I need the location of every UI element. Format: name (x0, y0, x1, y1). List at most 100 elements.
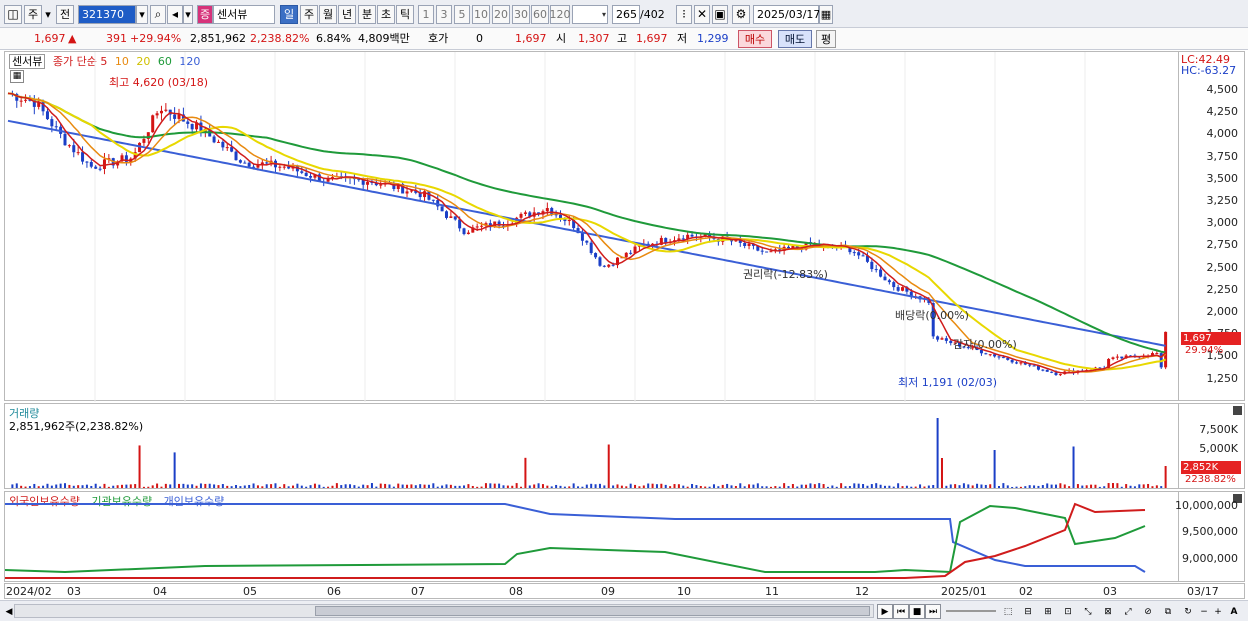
period-year-tab[interactable]: 년 (338, 5, 356, 24)
candle-body (238, 160, 242, 163)
period-day-tab[interactable]: 일 (280, 5, 298, 24)
trade-amount: 4,809백만 (358, 32, 410, 45)
current-price: 1,697 (34, 32, 66, 45)
code-dropdown-icon[interactable]: ▾ (136, 5, 148, 24)
window-menu-icon[interactable]: ◫ (4, 5, 22, 24)
volume-bar (511, 485, 514, 488)
volume-bar (77, 485, 80, 488)
interval-30-button[interactable]: 30 (512, 5, 530, 24)
mode-secondary-button[interactable]: 전 (56, 5, 74, 24)
candle-body (589, 242, 593, 254)
volume-bar (208, 483, 211, 488)
scroll-thumb[interactable] (315, 606, 870, 616)
candle-type-icon[interactable]: ⁝ (676, 5, 692, 24)
interval-3-button[interactable]: 3 (436, 5, 452, 24)
next-page-icon[interactable]: ⏭ (925, 604, 941, 619)
horizontal-scrollbar[interactable] (14, 604, 874, 618)
volume-bar (1072, 446, 1075, 488)
tool-icon-3[interactable]: ⊞ (1040, 604, 1056, 619)
buy-button[interactable]: 매수 (738, 30, 772, 48)
volume-bar (506, 485, 509, 488)
calendar-icon[interactable]: ▦ (819, 5, 833, 24)
candle-body (475, 226, 479, 228)
price-tick: 1,250 (1206, 371, 1239, 385)
volume-bar (607, 444, 610, 488)
price-pct-badge: 29.94% (1185, 345, 1224, 356)
scroll-right-icon[interactable]: ▶ (877, 604, 893, 619)
zoom-in-icon[interactable]: + (1210, 604, 1226, 619)
volume-bar (1076, 484, 1079, 488)
tool-icon-7[interactable]: ⤢ (1120, 604, 1136, 619)
volume-badge: 2,852K (1181, 461, 1241, 474)
stock-name-field[interactable]: 센서뷰 (213, 5, 275, 24)
date-input[interactable]: 2025/03/17 (753, 5, 820, 24)
interval-custom-input[interactable]: ▾ (572, 5, 608, 24)
volume-bar (204, 483, 207, 488)
tool-icon-1[interactable]: ⬚ (1000, 604, 1016, 619)
volume-bar (384, 483, 387, 488)
interval-60-button[interactable]: 60 (531, 5, 549, 24)
font-size-icon[interactable]: A (1226, 604, 1242, 619)
volume-bar (866, 485, 869, 488)
period-tick-tab[interactable]: 틱 (396, 5, 414, 24)
price-tick: 2,750 (1206, 238, 1239, 252)
interval-5-button[interactable]: 5 (454, 5, 470, 24)
tool-icon-10[interactable]: ↻ (1180, 604, 1196, 619)
period-second-tab[interactable]: 초 (377, 5, 395, 24)
hold-tick-10m: 10,000,000 (1175, 499, 1238, 512)
count-total: /402 (640, 8, 665, 21)
price-badge: 1,697 (1181, 332, 1241, 345)
settings-gear-icon[interactable]: ⚙ (732, 5, 750, 24)
high-annotation: 최고 4,620 (03/18) (109, 76, 209, 89)
holding-scale[interactable]: 10,000,000 9,500,000 9,000,000 (1175, 491, 1245, 582)
volume-bar (997, 486, 1000, 488)
speaker-dropdown-icon[interactable]: ▾ (183, 5, 193, 24)
save-icon[interactable]: ▣ (712, 5, 728, 24)
interval-20-button[interactable]: 20 (492, 5, 510, 24)
period-month-tab[interactable]: 월 (319, 5, 337, 24)
price-scale[interactable]: LC:42.49 HC:-63.27 4,500 4,250 4,000 3,750 3… (1179, 51, 1245, 401)
average-button[interactable]: 평 (816, 30, 836, 48)
zoom-slider[interactable] (946, 610, 996, 612)
interval-dropdown-icon[interactable]: ▾ (602, 6, 606, 23)
mode-primary-button[interactable]: 주 (24, 5, 42, 24)
volume-bar (243, 485, 246, 488)
search-icon[interactable]: ⌕ (150, 5, 166, 24)
volume-bar (818, 483, 821, 488)
period-week-tab[interactable]: 주 (300, 5, 318, 24)
volume-bar (980, 484, 983, 488)
interval-1-button[interactable]: 1 (418, 5, 434, 24)
sell-button[interactable]: 매도 (778, 30, 812, 48)
candle-body (98, 168, 102, 170)
volume-bar (756, 483, 759, 488)
tool-icon-4[interactable]: ⊡ (1060, 604, 1076, 619)
tool-icon-8[interactable]: ⊘ (1140, 604, 1156, 619)
price-pane[interactable]: 센서뷰 종가 단순 5 10 20 60 120 ▦ 최고 4,620 (03/… (4, 51, 1179, 402)
stop-icon[interactable]: ■ (909, 604, 925, 619)
candle-body (1028, 364, 1032, 366)
volume-pane[interactable]: 거래량 2,851,962주(2,238.82%) (4, 403, 1179, 489)
holding-pane[interactable]: 외국인보유수량 기관보유수량 개인보유수량 (4, 491, 1179, 582)
stock-code-input[interactable]: 321370 (78, 5, 136, 24)
tool-icon-6[interactable]: ⊠ (1100, 604, 1116, 619)
interval-120-button[interactable]: 120 (550, 5, 571, 24)
candle-body (379, 184, 383, 186)
speaker-icon[interactable]: ◂ (167, 5, 183, 24)
candle-body (580, 233, 584, 241)
candle-body (681, 238, 685, 240)
tool-icon-5[interactable]: ⤡ (1080, 604, 1096, 619)
volume-bar (853, 483, 856, 488)
interval-10-button[interactable]: 10 (472, 5, 490, 24)
tool-icon-9[interactable]: ⧉ (1160, 604, 1176, 619)
volume-scale[interactable]: 7,500K 5,000K 2,852K 2238.82% (1179, 403, 1245, 489)
volume-bar (142, 486, 145, 488)
tool-icon-2[interactable]: ⊟ (1020, 604, 1036, 619)
dropdown-arrow-icon[interactable]: ▾ (44, 5, 52, 24)
crosshair-icon[interactable]: ✕ (694, 5, 710, 24)
count-input[interactable]: 265 (612, 5, 640, 24)
period-minute-tab[interactable]: 분 (358, 5, 376, 24)
pane-close-icon[interactable] (1233, 406, 1242, 415)
volume-bar (1037, 485, 1040, 488)
first-page-icon[interactable]: ⏮ (893, 604, 909, 619)
volume-bar (454, 485, 457, 488)
